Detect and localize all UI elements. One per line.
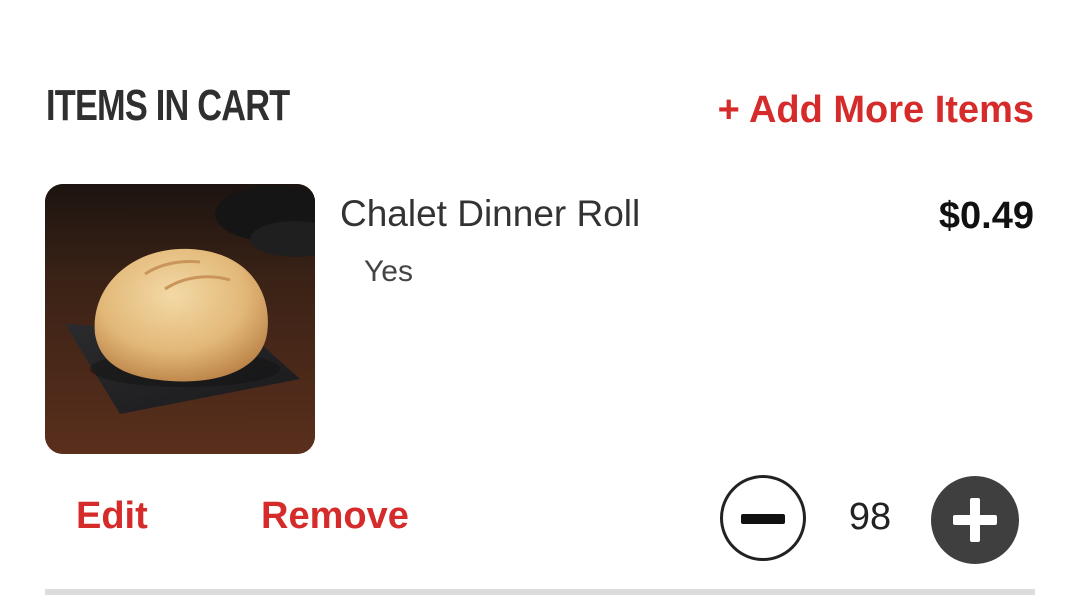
- product-image: [45, 184, 315, 454]
- remove-item-button[interactable]: Remove: [261, 492, 409, 540]
- divider: [45, 589, 1035, 595]
- add-more-items-link[interactable]: + Add More Items: [718, 86, 1034, 134]
- product-option: Yes: [364, 255, 413, 288]
- plus-icon-vertical: [970, 498, 980, 542]
- decrease-quantity-button[interactable]: [720, 475, 806, 561]
- quantity-value: 98: [848, 496, 892, 538]
- cart-page: ITEMS IN CART + Add More Items Chalet Di…: [0, 0, 1080, 608]
- dinner-roll-photo: [45, 184, 315, 454]
- product-name: Chalet Dinner Roll: [340, 193, 641, 234]
- edit-item-button[interactable]: Edit: [76, 492, 148, 540]
- cart-title: ITEMS IN CART: [46, 81, 290, 130]
- product-price: $0.49: [938, 195, 1034, 237]
- increase-quantity-button[interactable]: [931, 476, 1019, 564]
- minus-icon: [741, 514, 785, 524]
